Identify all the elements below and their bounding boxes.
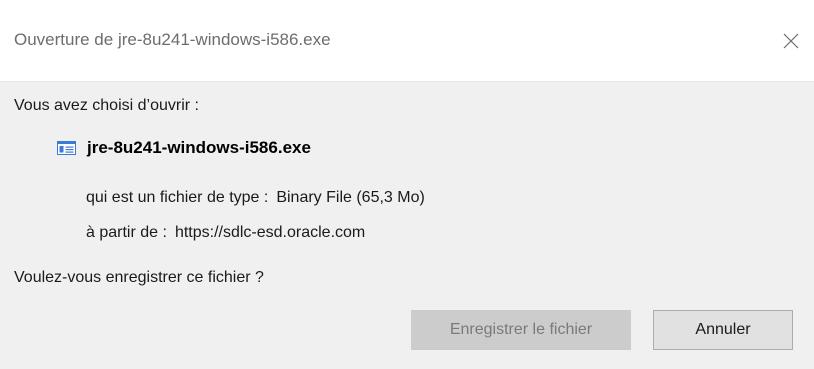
file-type-label: qui est un fichier de type : (86, 189, 269, 206)
cancel-button[interactable]: Annuler (653, 310, 793, 350)
file-type-value: Binary File (65,3 Mo) (276, 189, 425, 206)
title-bar[interactable]: Ouverture de jre-8u241-windows-i586.exe (0, 0, 814, 82)
file-name: jre-8u241-windows-i586.exe (87, 138, 311, 157)
file-row: jre-8u241-windows-i586.exe (57, 136, 311, 160)
close-icon (783, 33, 799, 49)
exe-file-icon (57, 141, 76, 155)
file-source-label: à partir de : (86, 224, 167, 241)
download-dialog: Ouverture de jre-8u241-windows-i586.exe … (0, 0, 814, 369)
window-title: Ouverture de jre-8u241-windows-i586.exe (14, 30, 331, 49)
dialog-content: Vous avez choisi d’ouvrir : jre-8u241-wi… (0, 82, 814, 369)
file-source-value: https://sdlc-esd.oracle.com (174, 224, 366, 241)
file-type-row: qui est un fichier de type : Binary File … (86, 189, 425, 207)
save-file-button[interactable]: Enregistrer le fichier (411, 310, 631, 350)
close-button[interactable] (768, 18, 814, 64)
open-prompt-text: Vous avez choisi d’ouvrir : (14, 97, 199, 114)
save-prompt-text: Voulez-vous enregistrer ce fichier ? (14, 269, 264, 286)
file-source-row: à partir de : https://sdlc-esd.oracle.com (86, 224, 365, 242)
